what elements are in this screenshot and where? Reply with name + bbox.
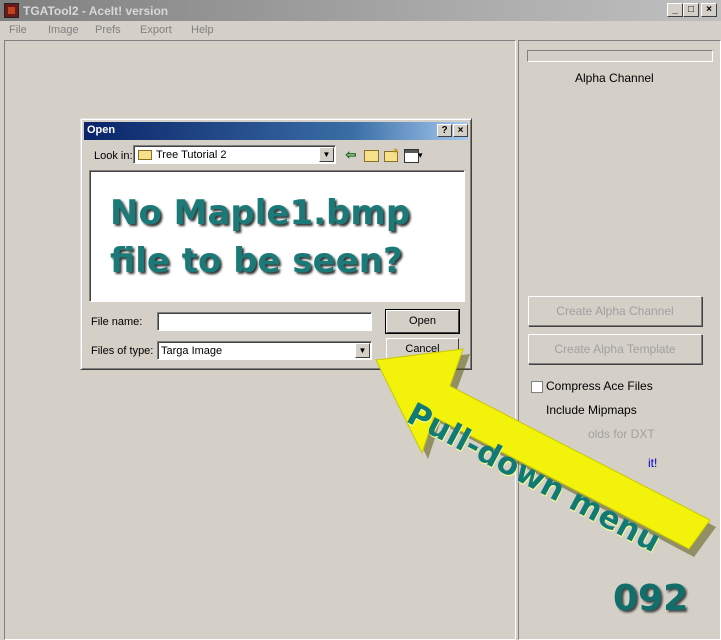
page-number: 092	[613, 578, 689, 619]
annotation-arrow	[375, 348, 716, 557]
